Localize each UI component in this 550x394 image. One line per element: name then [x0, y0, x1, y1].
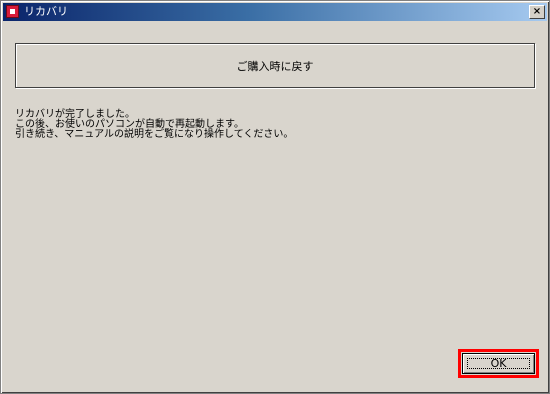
close-icon[interactable]: × [529, 5, 545, 19]
app-icon [6, 5, 19, 18]
restore-button-label: ご購入時に戻す [236, 59, 314, 73]
completion-message: リカバリが完了しました。 この後、お使いのパソコンが自動で再起動します。 引き続… [15, 110, 535, 140]
recovery-window: リカバリ × ご購入時に戻す リカバリが完了しました。 この後、お使いのパソコン… [0, 0, 550, 394]
restore-purchase-state-button[interactable]: ご購入時に戻す [15, 43, 535, 88]
message-line: 引き続き、マニュアルの説明をご覧になり操作してください。 [15, 129, 294, 140]
window-title: リカバリ [24, 5, 68, 18]
ok-button-label: OK [490, 357, 507, 370]
title-bar[interactable]: リカバリ × [3, 3, 547, 21]
ok-button[interactable]: OK [462, 353, 535, 374]
